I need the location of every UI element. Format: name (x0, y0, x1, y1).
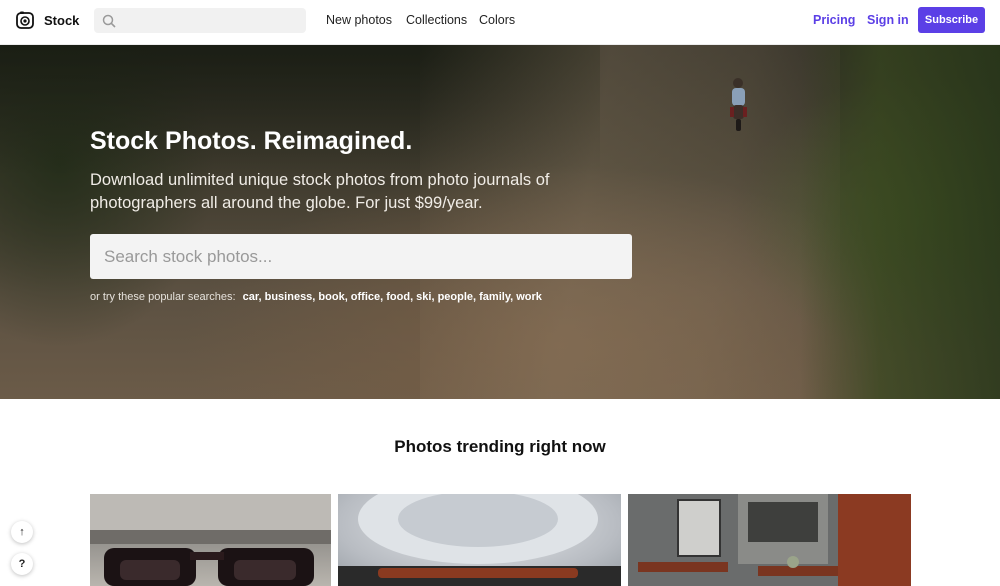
subscribe-button[interactable]: Subscribe (918, 7, 985, 33)
arrow-up-icon: ↑ (19, 526, 25, 538)
top-header: Stock New photos Collections Colors Pric… (0, 0, 1000, 45)
scroll-top-button[interactable]: ↑ (11, 521, 33, 543)
nav-colors[interactable]: Colors (479, 13, 515, 27)
hero-title: Stock Photos. Reimagined. (90, 127, 413, 155)
popular-searches: or try these popular searches: car, busi… (90, 291, 542, 303)
help-icon: ? (18, 558, 26, 570)
glasses-image (338, 494, 621, 586)
trending-photo-glasses[interactable] (338, 494, 621, 586)
search-icon (102, 14, 116, 28)
cafe-street-image (628, 494, 911, 586)
hero-section: Stock Photos. Reimagined. Download unlim… (0, 45, 1000, 399)
pricing-link[interactable]: Pricing (813, 13, 855, 27)
logo[interactable]: Stock (16, 11, 79, 29)
camera-logo-icon (16, 11, 34, 29)
trending-photo-sunglasses[interactable] (90, 494, 331, 586)
popular-searches-label: or try these popular searches: (90, 291, 236, 303)
popular-search-terms[interactable]: car, business, book, office, food, ski, … (243, 291, 542, 303)
hero-background-trees-right (800, 45, 1000, 399)
trending-photo-cafe[interactable] (628, 494, 911, 586)
hero-search-input[interactable]: Search stock photos... (90, 234, 632, 279)
nav-collections[interactable]: Collections (406, 13, 467, 27)
header-search-input[interactable] (94, 8, 306, 33)
logo-text: Stock (44, 12, 80, 28)
motorcycle-rider-image (730, 78, 747, 131)
nav-new-photos[interactable]: New photos (326, 13, 392, 27)
help-button[interactable]: ? (11, 553, 33, 575)
sunglasses-image (90, 494, 331, 586)
hero-subtitle: Download unlimited unique stock photos f… (90, 171, 550, 212)
sign-in-link[interactable]: Sign in (867, 13, 909, 27)
trending-title: Photos trending right now (394, 437, 606, 456)
hero-background-road (420, 45, 840, 399)
